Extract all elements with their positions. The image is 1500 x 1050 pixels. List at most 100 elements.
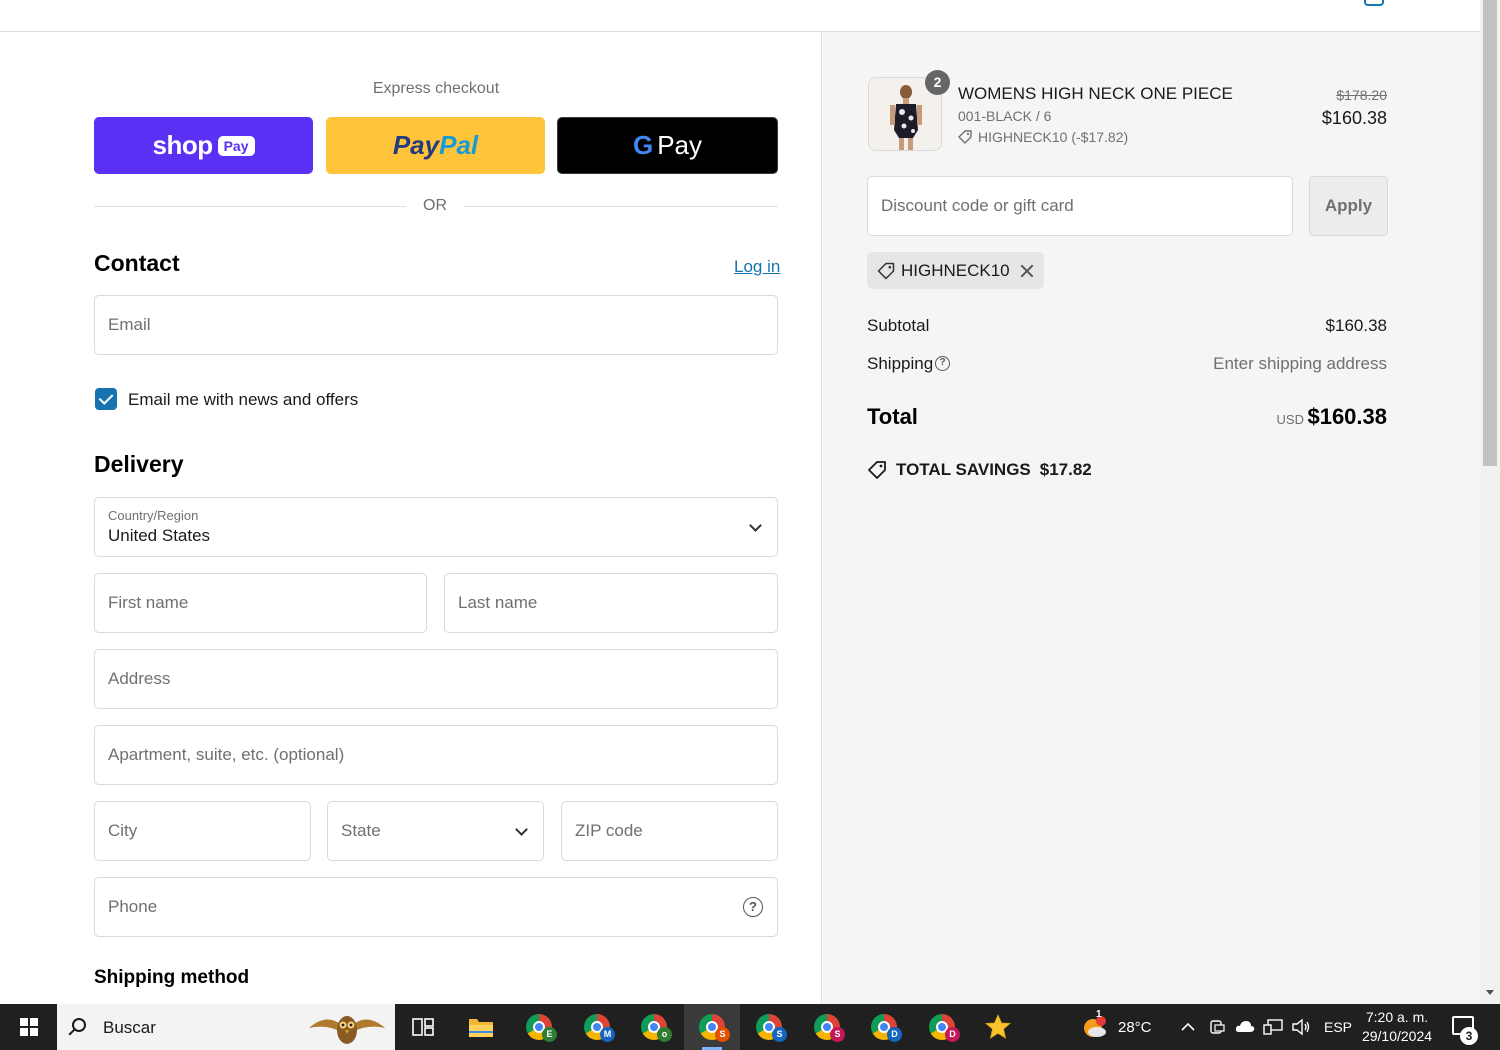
help-circle-icon[interactable]: ? <box>935 356 950 371</box>
apartment-input[interactable] <box>95 726 777 784</box>
clock-date: 29/10/2024 <box>1361 1028 1433 1044</box>
scroll-down-arrow-icon[interactable] <box>1486 990 1494 995</box>
weather-button[interactable] <box>1080 1004 1110 1050</box>
task-view-icon <box>412 1018 434 1036</box>
paypal-word-pay: Pay <box>392 130 440 160</box>
apartment-field[interactable] <box>94 725 778 785</box>
zip-input[interactable] <box>562 802 777 860</box>
login-link[interactable]: Log in <box>734 257 780 277</box>
email-input[interactable] <box>95 296 777 354</box>
chevron-down-icon <box>749 519 762 532</box>
applied-discount-chip: HIGHNECK10 <box>867 252 1044 289</box>
newsletter-checkbox[interactable] <box>95 388 117 410</box>
page-scrollbar[interactable] <box>1480 0 1500 1004</box>
first-name-input[interactable] <box>95 574 426 632</box>
paypal-word-pal: Pal <box>439 130 479 160</box>
last-name-input[interactable] <box>445 574 777 632</box>
chrome-profile-e-button[interactable]: E <box>511 1004 567 1050</box>
country-value: United States <box>108 526 211 545</box>
subtotal-label: Subtotal <box>867 316 930 335</box>
start-button[interactable] <box>0 1004 57 1050</box>
shipping-value: Enter shipping address <box>1213 354 1387 373</box>
google-pay-button[interactable]: G Pay <box>557 117 778 174</box>
chrome-profile-d-button[interactable]: D <box>856 1004 912 1050</box>
zip-field[interactable] <box>561 801 778 861</box>
subtotal-value: $160.38 <box>1325 316 1387 335</box>
chrome-profile-m-button[interactable]: M <box>569 1004 625 1050</box>
remove-discount-close-icon[interactable] <box>1020 264 1034 278</box>
clock-time: 7:20 a. m. <box>1365 1009 1429 1025</box>
product-discount: HIGHNECK10 (-$17.82) <box>958 129 1128 145</box>
taskbar-search[interactable]: Buscar <box>57 1004 395 1050</box>
state-label: State <box>341 821 381 840</box>
chrome-profile-s2-button[interactable]: S <box>799 1004 855 1050</box>
savings-value: $17.82 <box>1039 460 1092 479</box>
product-title: WOMENS HIGH NECK ONE PIECE <box>958 84 1233 103</box>
newsletter-label[interactable]: Email me with news and offers <box>128 390 358 410</box>
google-g-icon: G <box>632 130 654 160</box>
country-select[interactable]: Country/Region United States <box>94 497 778 557</box>
chrome-profile-s-active-button[interactable]: S <box>684 1004 740 1050</box>
scrollbar-thumb[interactable] <box>1483 0 1497 466</box>
savings-label: TOTAL SAVINGS <box>896 460 1031 479</box>
state-select[interactable]: State <box>327 801 544 861</box>
phone-input[interactable] <box>95 878 777 936</box>
profile-badge: S <box>715 1027 730 1042</box>
volume-icon[interactable] <box>1291 1018 1311 1036</box>
original-price: $178.20 <box>1336 87 1387 103</box>
total-value: $160.38 <box>1307 404 1387 429</box>
contact-heading: Contact <box>94 250 180 276</box>
tag-icon <box>868 461 886 479</box>
windows-taskbar: Buscar E M o S S S D D 1 28°C ESP 7:20 a… <box>0 1004 1500 1050</box>
taskbar-search-text: Buscar <box>103 1018 156 1037</box>
total-savings: TOTAL SAVINGS $17.82 <box>867 460 1092 480</box>
shop-pay-button[interactable]: shop Pay <box>94 117 313 174</box>
total-label: Total <box>867 404 918 429</box>
profile-badge: S <box>830 1027 845 1042</box>
notification-count: 3 <box>1460 1027 1478 1045</box>
favorites-app-button[interactable] <box>970 1004 1026 1050</box>
apply-discount-button[interactable]: Apply <box>1309 176 1388 236</box>
tag-icon <box>958 130 972 144</box>
chrome-profile-d2-button[interactable]: D <box>914 1004 970 1050</box>
network-icon[interactable] <box>1263 1018 1283 1036</box>
cart-bag-icon[interactable] <box>1364 0 1384 6</box>
google-pay-word: Pay <box>657 130 703 160</box>
profile-badge: E <box>542 1027 557 1042</box>
weather-alert-count: 1 <box>1096 1009 1102 1020</box>
file-explorer-button[interactable] <box>453 1004 509 1050</box>
city-field[interactable] <box>94 801 311 861</box>
onedrive-cloud-icon[interactable] <box>1235 1019 1255 1033</box>
task-view-button[interactable] <box>395 1004 451 1050</box>
store-header <box>0 0 1480 32</box>
profile-badge: D <box>945 1027 960 1042</box>
last-name-field[interactable] <box>444 573 778 633</box>
tag-icon <box>877 262 895 279</box>
first-name-field[interactable] <box>94 573 427 633</box>
email-field[interactable] <box>94 295 778 355</box>
address-input[interactable] <box>95 650 777 708</box>
weather-sun-cloud-icon <box>1084 1016 1106 1037</box>
chevron-down-icon <box>515 823 528 836</box>
discounted-price: $160.38 <box>1321 108 1387 128</box>
express-checkout-title: Express checkout <box>372 80 500 97</box>
discount-code-field[interactable] <box>867 176 1293 236</box>
temperature: 28°C <box>1118 1019 1152 1036</box>
chrome-profile-s-button[interactable]: S <box>741 1004 797 1050</box>
address-field[interactable] <box>94 649 778 709</box>
input-language[interactable]: ESP <box>1324 1019 1352 1035</box>
help-circle-icon[interactable]: ? <box>743 897 763 917</box>
discount-code-input[interactable] <box>868 177 1292 235</box>
paypal-button[interactable]: Pay Pal <box>326 117 545 174</box>
meet-now-icon[interactable] <box>1209 1018 1225 1036</box>
profile-badge: S <box>772 1027 787 1042</box>
system-clock[interactable]: 7:20 a. m. 29/10/2024 <box>1360 1008 1434 1046</box>
star-icon <box>985 1014 1011 1039</box>
country-label: Country/Region <box>108 508 199 523</box>
city-input[interactable] <box>95 802 310 860</box>
phone-field[interactable]: ? <box>94 877 778 937</box>
search-icon <box>72 1018 86 1032</box>
chevron-up-icon[interactable] <box>1181 1022 1195 1031</box>
chrome-profile-o-button[interactable]: o <box>626 1004 682 1050</box>
owl-illustration-icon <box>309 1016 385 1044</box>
